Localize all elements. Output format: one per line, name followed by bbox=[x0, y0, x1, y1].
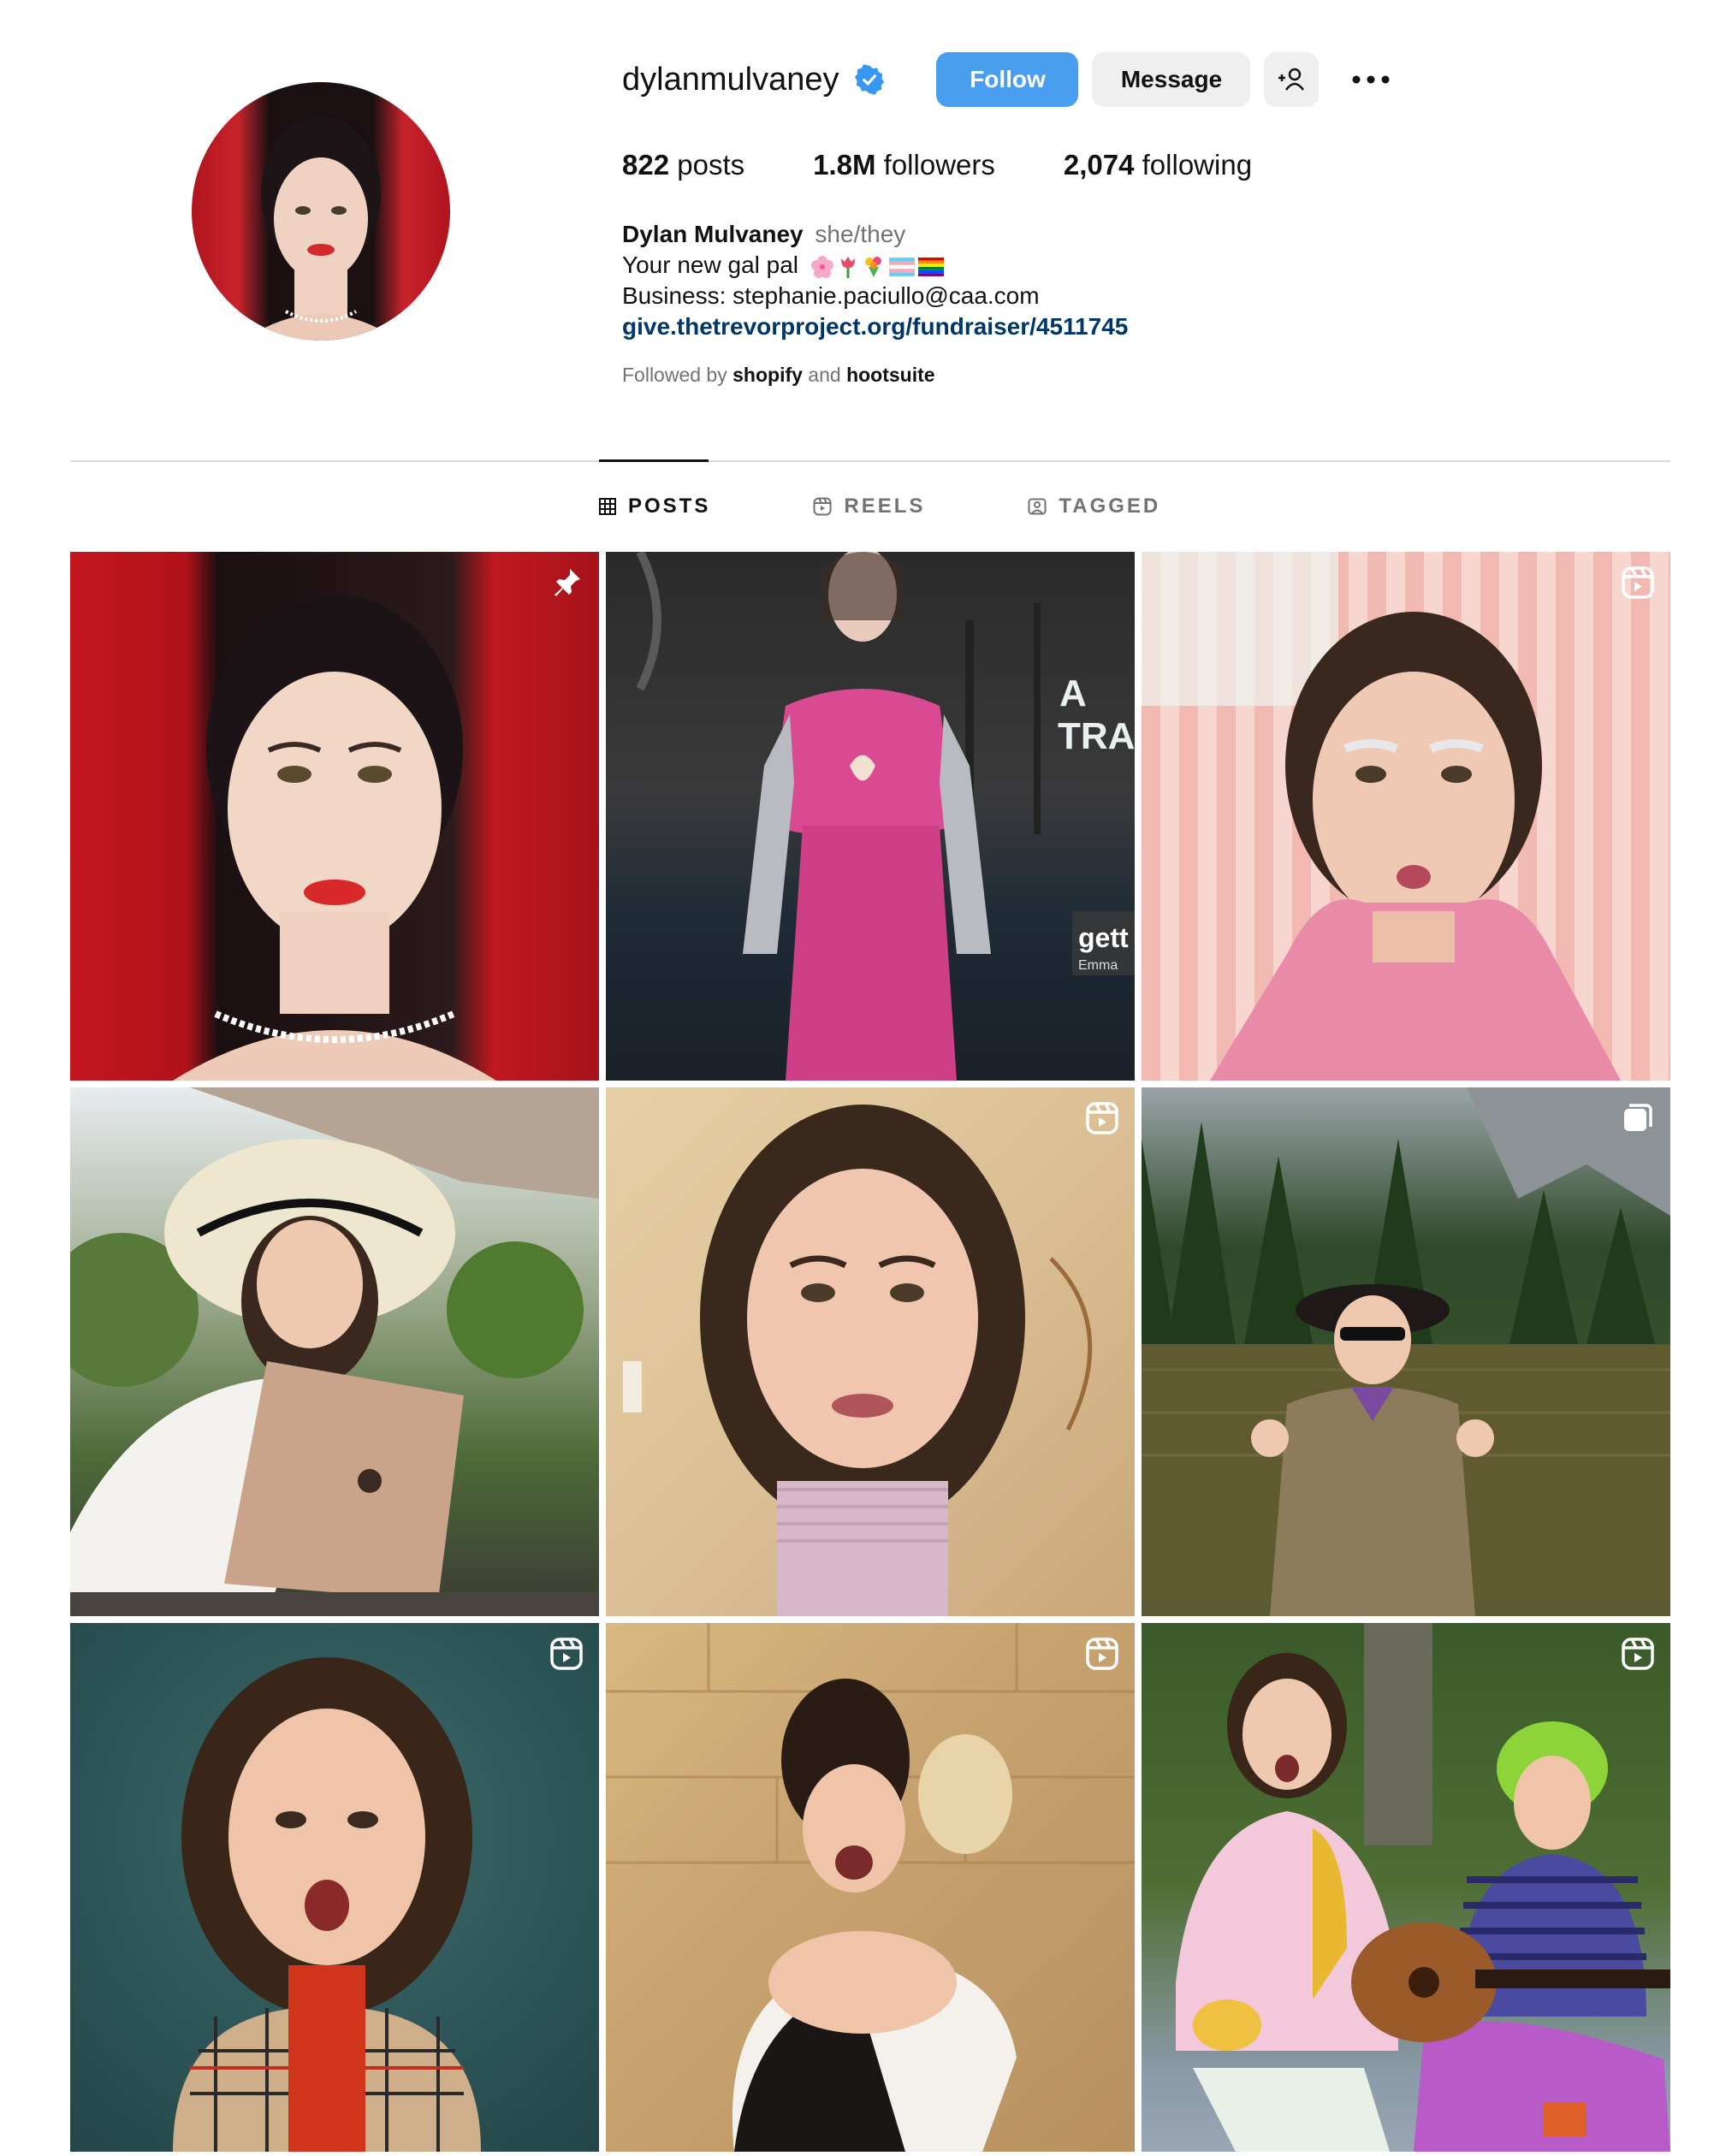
tab-label: TAGGED bbox=[1059, 495, 1161, 518]
stat-count: 2,074 bbox=[1063, 149, 1135, 181]
sketch-character-image bbox=[173, 1657, 481, 2152]
hug-photo-image bbox=[606, 1623, 1135, 2152]
tulip-icon bbox=[840, 256, 855, 278]
post-thumbnail[interactable] bbox=[70, 552, 599, 1081]
stat-following[interactable]: 2,074 following bbox=[1064, 149, 1252, 181]
guitar-duet-image bbox=[1176, 1623, 1670, 2152]
active-tab-indicator bbox=[599, 459, 709, 462]
followed-by[interactable]: Followed by shopify and hootsuite bbox=[622, 364, 935, 387]
pronouns: she/they bbox=[815, 221, 906, 247]
stat-label: posts bbox=[677, 149, 745, 181]
bio-line: Your new gal pal bbox=[622, 252, 799, 278]
profile-header-row: dylanmulvaney Follow Message bbox=[622, 50, 1392, 110]
bouquet-icon bbox=[864, 256, 881, 277]
stat-label: followers bbox=[883, 149, 995, 181]
avatar-portrait bbox=[243, 116, 399, 341]
tagged-icon bbox=[1028, 498, 1047, 515]
post-thumbnail[interactable] bbox=[606, 1623, 1135, 2152]
bio-emojis bbox=[810, 255, 944, 279]
post-thumbnail[interactable] bbox=[1142, 1087, 1670, 1616]
profile-tabs: POSTS REELS TAGGED bbox=[599, 489, 1160, 524]
display-name: Dylan Mulvaney bbox=[622, 221, 804, 247]
bio-link[interactable]: give.thetrevorproject.org/fundraiser/451… bbox=[622, 313, 1128, 340]
followed-by-prefix: Followed by bbox=[622, 364, 727, 386]
followed-by-and: and bbox=[808, 364, 841, 386]
reel-icon bbox=[1622, 1638, 1654, 1670]
post-thumbnail[interactable] bbox=[70, 1623, 599, 2152]
tab-label: POSTS bbox=[628, 495, 711, 518]
profile-avatar[interactable] bbox=[192, 82, 450, 341]
verified-badge-icon bbox=[855, 64, 885, 95]
follow-button[interactable]: Follow bbox=[936, 52, 1079, 107]
svg-text:TRA: TRA bbox=[1058, 715, 1135, 757]
talking-head-image bbox=[623, 1105, 1093, 1616]
stat-count: 1.8M bbox=[813, 149, 876, 181]
reel-icon bbox=[1086, 1102, 1118, 1134]
post-thumbnail[interactable] bbox=[1142, 552, 1670, 1081]
username: dylanmulvaney bbox=[622, 61, 839, 98]
post-thumbnail[interactable]: A TRA gett Emma bbox=[606, 552, 1135, 1081]
svg-text:Emma: Emma bbox=[1078, 958, 1118, 973]
tab-tagged[interactable]: TAGGED bbox=[1028, 495, 1160, 518]
bio-business: Business: stephanie.paciullo@caa.com bbox=[622, 282, 1040, 309]
followed-by-user: hootsuite bbox=[846, 364, 935, 386]
grid-icon bbox=[599, 498, 616, 515]
tab-label: REELS bbox=[844, 495, 926, 518]
followed-by-user: shopify bbox=[732, 364, 803, 386]
reel-icon bbox=[550, 1638, 583, 1670]
outdoor-laptop-image bbox=[70, 1087, 599, 1616]
tab-posts[interactable]: POSTS bbox=[599, 495, 710, 518]
portrait-image bbox=[173, 595, 496, 1081]
river-photo-image bbox=[1142, 1087, 1670, 1616]
reels-icon bbox=[813, 497, 832, 516]
tabs-divider bbox=[70, 460, 1670, 462]
svg-text:A: A bbox=[1059, 672, 1087, 714]
more-options-button[interactable] bbox=[1349, 58, 1392, 101]
pin-icon bbox=[555, 569, 580, 596]
cherry-blossom-icon bbox=[810, 255, 833, 278]
tab-reels[interactable]: REELS bbox=[813, 495, 925, 518]
posts-grid: A TRA gett Emma bbox=[70, 552, 1670, 2152]
stat-posts: 822 posts bbox=[622, 149, 744, 181]
selfie-image bbox=[1142, 552, 1621, 1081]
stat-followers[interactable]: 1.8M followers bbox=[813, 149, 995, 181]
reel-icon bbox=[1086, 1638, 1118, 1670]
add-person-icon bbox=[1278, 68, 1305, 91]
more-dots-icon bbox=[1352, 75, 1390, 84]
post-thumbnail[interactable] bbox=[70, 1087, 599, 1616]
profile-bio: Dylan Mulvaney she/they Your new gal pal… bbox=[622, 219, 1128, 342]
profile-stats: 822 posts 1.8M followers 2,074 following bbox=[622, 149, 1320, 181]
carousel-icon bbox=[1624, 1104, 1652, 1131]
reel-icon bbox=[1622, 566, 1654, 599]
post-thumbnail[interactable] bbox=[606, 1087, 1135, 1616]
event-photo-image: A TRA gett Emma bbox=[636, 552, 1135, 1081]
message-button[interactable]: Message bbox=[1092, 52, 1251, 107]
suggested-accounts-button[interactable] bbox=[1264, 52, 1320, 107]
stat-label: following bbox=[1142, 149, 1253, 181]
trans-flag-icon bbox=[888, 257, 915, 276]
stat-count: 822 bbox=[622, 149, 670, 181]
rainbow-flag-icon bbox=[917, 257, 944, 276]
svg-text:gett: gett bbox=[1078, 922, 1129, 953]
post-thumbnail[interactable] bbox=[1142, 1623, 1670, 2152]
